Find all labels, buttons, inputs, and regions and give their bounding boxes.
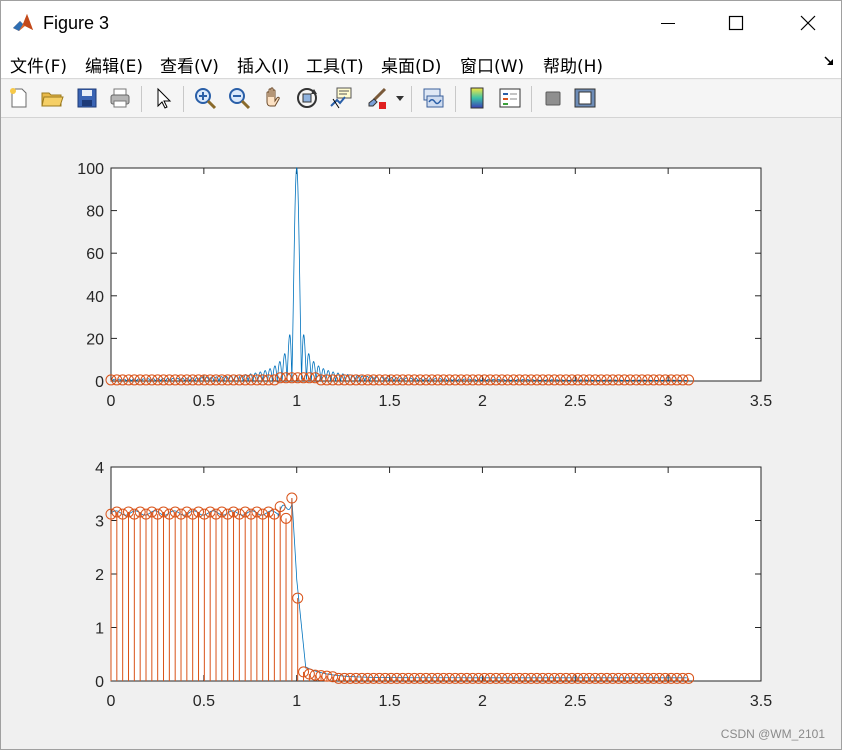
legend-button[interactable] <box>496 84 524 112</box>
maximize-icon <box>728 15 744 31</box>
menu-edit[interactable]: 编辑(E) <box>85 52 143 77</box>
menu-window[interactable]: 窗口(W) <box>460 52 524 77</box>
save-button[interactable] <box>73 84 101 112</box>
colorbar-icon <box>470 87 484 109</box>
edit-pointer-button[interactable] <box>149 84 177 112</box>
x-tick-label: 1.5 <box>378 393 400 410</box>
zoom-out-button[interactable] <box>225 84 253 112</box>
x-tick-label: 0.5 <box>193 693 215 710</box>
menu-file[interactable]: 文件(F) <box>10 52 67 77</box>
x-tick-label: 2 <box>478 393 487 410</box>
x-tick-label: 1 <box>292 693 301 710</box>
toolbar-separator <box>141 86 142 112</box>
pan-hand-icon <box>266 87 280 107</box>
data-cursor-icon <box>330 87 352 109</box>
open-file-button[interactable] <box>38 84 66 112</box>
menu-view[interactable]: 查看(V) <box>160 52 219 77</box>
dock-arrow-icon[interactable] <box>823 55 835 67</box>
link-plot-button[interactable] <box>419 84 447 112</box>
legend-icon <box>499 88 521 108</box>
show-plot-tools-icon <box>574 88 596 108</box>
axes-1 <box>110 167 762 382</box>
x-tick-label: 0 <box>107 693 116 710</box>
x-tick-label: 1 <box>292 393 301 410</box>
zoom-in-icon <box>195 88 217 110</box>
toolbar-separator <box>455 86 456 112</box>
minimize-icon <box>661 23 675 24</box>
maximize-button[interactable] <box>713 1 759 45</box>
close-button[interactable] <box>785 1 831 45</box>
rotate-3d-icon <box>297 88 317 108</box>
zoom-out-icon <box>229 88 251 110</box>
new-figure-button[interactable] <box>5 84 33 112</box>
print-button[interactable] <box>106 84 134 112</box>
hide-plot-tools-icon <box>545 91 561 106</box>
y-tick-label: 60 <box>86 246 104 263</box>
x-tick-label: 2.5 <box>564 693 586 710</box>
pan-button[interactable] <box>259 84 287 112</box>
x-tick-label: 3 <box>664 693 673 710</box>
print-icon <box>110 88 130 108</box>
window-title: Figure 3 <box>43 13 110 33</box>
rotate-3d-button[interactable] <box>293 84 321 112</box>
toolbar-separator <box>411 86 412 112</box>
watermark: CSDN @WM_2101 <box>720 727 825 741</box>
y-tick-label: 100 <box>77 161 104 178</box>
open-file-icon <box>41 92 64 107</box>
close-icon <box>800 15 816 31</box>
y-tick-label: 80 <box>86 204 104 221</box>
axes-2 <box>110 466 762 682</box>
brush-icon <box>368 87 387 109</box>
figure-plots: 0 0.5 1 1.5 2 2.5 3 3.50204060801000 0.5 1 1.5 2 2.5… <box>77 161 772 710</box>
y-tick-label: 40 <box>86 289 104 306</box>
title-bar[interactable]: Figure 3 <box>1 1 841 45</box>
menu-bar: 文件(F) 编辑(E) 查看(V) 插入(I) 工具(T) 桌面(D) 窗口(W… <box>1 45 841 79</box>
brush-dropdown-button[interactable] <box>393 84 407 112</box>
zoom-in-button[interactable] <box>191 84 219 112</box>
toolbar-separator <box>183 86 184 112</box>
figure-canvas: 0 0.5 1 1.5 2 2.5 3 3.5 0 20 40 60 80 100 0 0.5 1 1.5 2 2.5… <box>1 119 841 749</box>
new-figure-icon <box>10 88 27 108</box>
menu-tools[interactable]: 工具(T) <box>306 52 364 77</box>
x-tick-label: 3 <box>664 393 673 410</box>
figure-window: Figure 3 文件(F) 编辑(E) 查看(V) 插入(I) 工具(T) 桌… <box>0 0 842 750</box>
x-tick-label: 3.5 <box>750 693 772 710</box>
save-icon <box>77 88 97 108</box>
y-tick-label: 20 <box>86 331 104 348</box>
y-tick-label: 0 <box>95 374 104 391</box>
y-tick-label: 3 <box>95 514 104 531</box>
data-cursor-button[interactable] <box>327 84 355 112</box>
hide-plot-tools-button[interactable] <box>539 84 567 112</box>
y-tick-label: 4 <box>95 460 104 477</box>
menu-help[interactable]: 帮助(H) <box>543 52 603 77</box>
matlab-logo-icon <box>13 14 33 31</box>
toolbar-separator <box>531 86 532 112</box>
x-tick-label: 2.5 <box>564 393 586 410</box>
show-plot-tools-button[interactable] <box>571 84 599 112</box>
chevron-down-icon <box>396 96 404 101</box>
x-tick-label: 0.5 <box>193 393 215 410</box>
minimize-button[interactable] <box>645 1 691 45</box>
menu-desktop[interactable]: 桌面(D) <box>381 52 441 77</box>
brush-button[interactable] <box>363 84 391 112</box>
edit-pointer-icon <box>157 87 172 109</box>
y-tick-label: 1 <box>95 621 104 638</box>
x-tick-label: 2 <box>478 693 487 710</box>
x-tick-label: 1.5 <box>378 693 400 710</box>
y-tick-label: 2 <box>95 567 104 584</box>
x-tick-label: 3.5 <box>750 393 772 410</box>
x-tick-label: 0 <box>107 393 116 410</box>
colorbar-button[interactable] <box>463 84 491 112</box>
menu-insert[interactable]: 插入(I) <box>237 52 289 77</box>
link-plot-icon <box>423 88 444 108</box>
figure-toolbar <box>1 80 841 118</box>
y-tick-label: 0 <box>95 674 104 691</box>
